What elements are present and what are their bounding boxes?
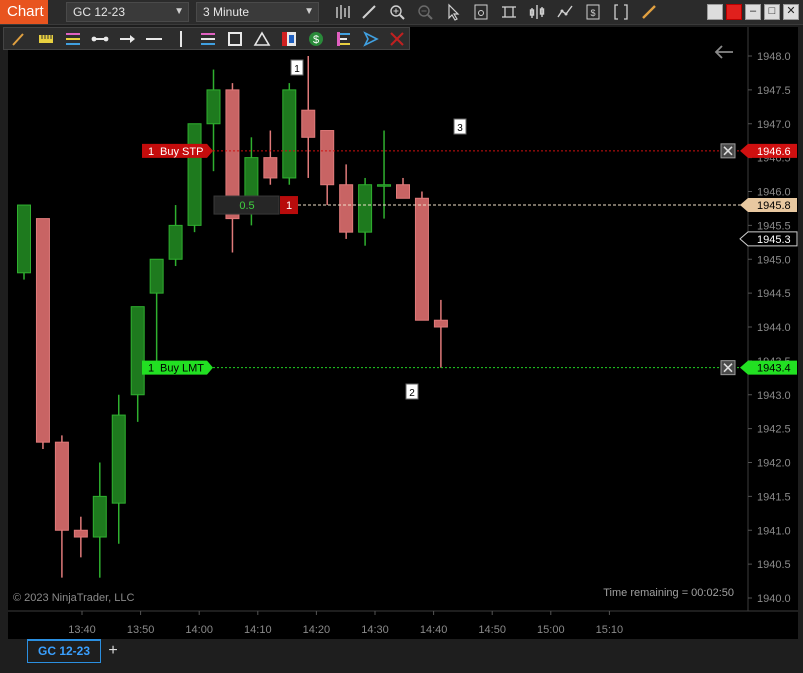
candle-body [377,184,392,187]
copyright-text: © 2023 NinjaTrader, LLC [13,592,134,604]
price-tick-label: 1946.0 [757,187,791,199]
candle-body [282,89,297,179]
buy-stop-label: Buy STP [160,146,203,158]
last-price-label: 1945.3 [757,234,791,246]
candle-body [149,258,164,294]
candle-body [206,89,221,125]
time-remaining-text: Time remaining = 00:02:50 [603,587,734,599]
price-tick-label: 1945.0 [757,254,791,266]
candle-body [54,441,69,531]
cancel-limit-order-button[interactable] [720,360,736,376]
price-tick-label: 1942.0 [757,458,791,470]
position-price-marker: 1945.8 [740,198,797,213]
price-tick-label: 1940.0 [757,593,791,605]
candle-body [433,319,448,328]
candle-body [339,184,354,233]
price-tick-label: 1940.5 [757,559,791,571]
price-tick-label: 1945.5 [757,220,791,232]
time-tick-label: 14:40 [420,624,448,636]
time-tick-label: 15:00 [537,624,565,636]
buy-stop-quantity: 1 [148,146,154,158]
candle-body [130,306,145,396]
time-tick-label: 14:30 [361,624,389,636]
candle-body [320,130,335,186]
candle-body [168,224,183,260]
buy-limit-quantity: 1 [148,363,154,375]
marker-3[interactable]: 3 [453,118,467,135]
time-tick-label: 14:10 [244,624,272,636]
candle-body [301,109,316,138]
time-tick-label: 13:40 [68,624,96,636]
candle-body [358,184,373,233]
price-tick-label: 1943.0 [757,390,791,402]
candle-body [92,495,107,538]
candle-body [414,197,429,321]
position-quantity: 1 [286,200,292,212]
tab-gc-12-23[interactable]: GC 12-23 [27,639,101,663]
time-tick-label: 15:10 [596,624,624,636]
limit-price-label: 1943.4 [757,363,791,375]
candle-body [263,157,278,179]
position-price-label: 1945.8 [757,200,791,212]
price-tick-label: 1944.5 [757,288,791,300]
time-tick-label: 14:50 [478,624,506,636]
position-pnl: 0.5 [239,200,254,212]
chart-canvas: 1948.01947.51947.01946.51946.01945.51945… [8,27,798,636]
marker-1-label: 1 [294,64,300,75]
marker-3-label: 3 [457,123,463,134]
candle-body [187,123,202,226]
price-tick-label: 1942.5 [757,424,791,436]
position-tag[interactable]: 0.5 1 [213,195,298,215]
back-arrow-icon[interactable] [714,45,733,59]
buy-limit-order-tag[interactable]: 1 Buy LMT [142,360,213,375]
last-price-marker: 1945.3 [739,231,798,247]
price-tick-label: 1948.0 [757,51,791,63]
marker-2[interactable]: 2 [405,383,419,400]
stop-price-label: 1946.6 [757,146,791,158]
time-tick-label: 14:00 [185,624,213,636]
tab-bar: GC 12-23 + [0,639,803,673]
time-tick-label: 13:50 [127,624,155,636]
add-tab-button[interactable]: + [104,641,122,661]
candle-body [17,204,31,274]
time-tick-label: 14:20 [303,624,331,636]
limit-price-marker: 1943.4 [740,360,797,375]
price-tick-label: 1941.0 [757,525,791,537]
candle-body [73,529,88,538]
marker-1[interactable]: 1 [290,59,304,76]
cancel-stop-order-button[interactable] [720,143,736,159]
candle-body [111,414,126,504]
price-tick-label: 1944.0 [757,322,791,334]
price-tick-label: 1947.5 [757,85,791,97]
buy-stop-order-tag[interactable]: 1 Buy STP [142,143,213,158]
stop-price-marker: 1946.6 [740,143,797,158]
marker-2-label: 2 [409,388,415,399]
candle-body [35,218,50,443]
buy-limit-label: Buy LMT [160,363,204,375]
price-tick-label: 1947.0 [757,119,791,131]
price-tick-label: 1941.5 [757,491,791,503]
candle-body [396,184,410,199]
